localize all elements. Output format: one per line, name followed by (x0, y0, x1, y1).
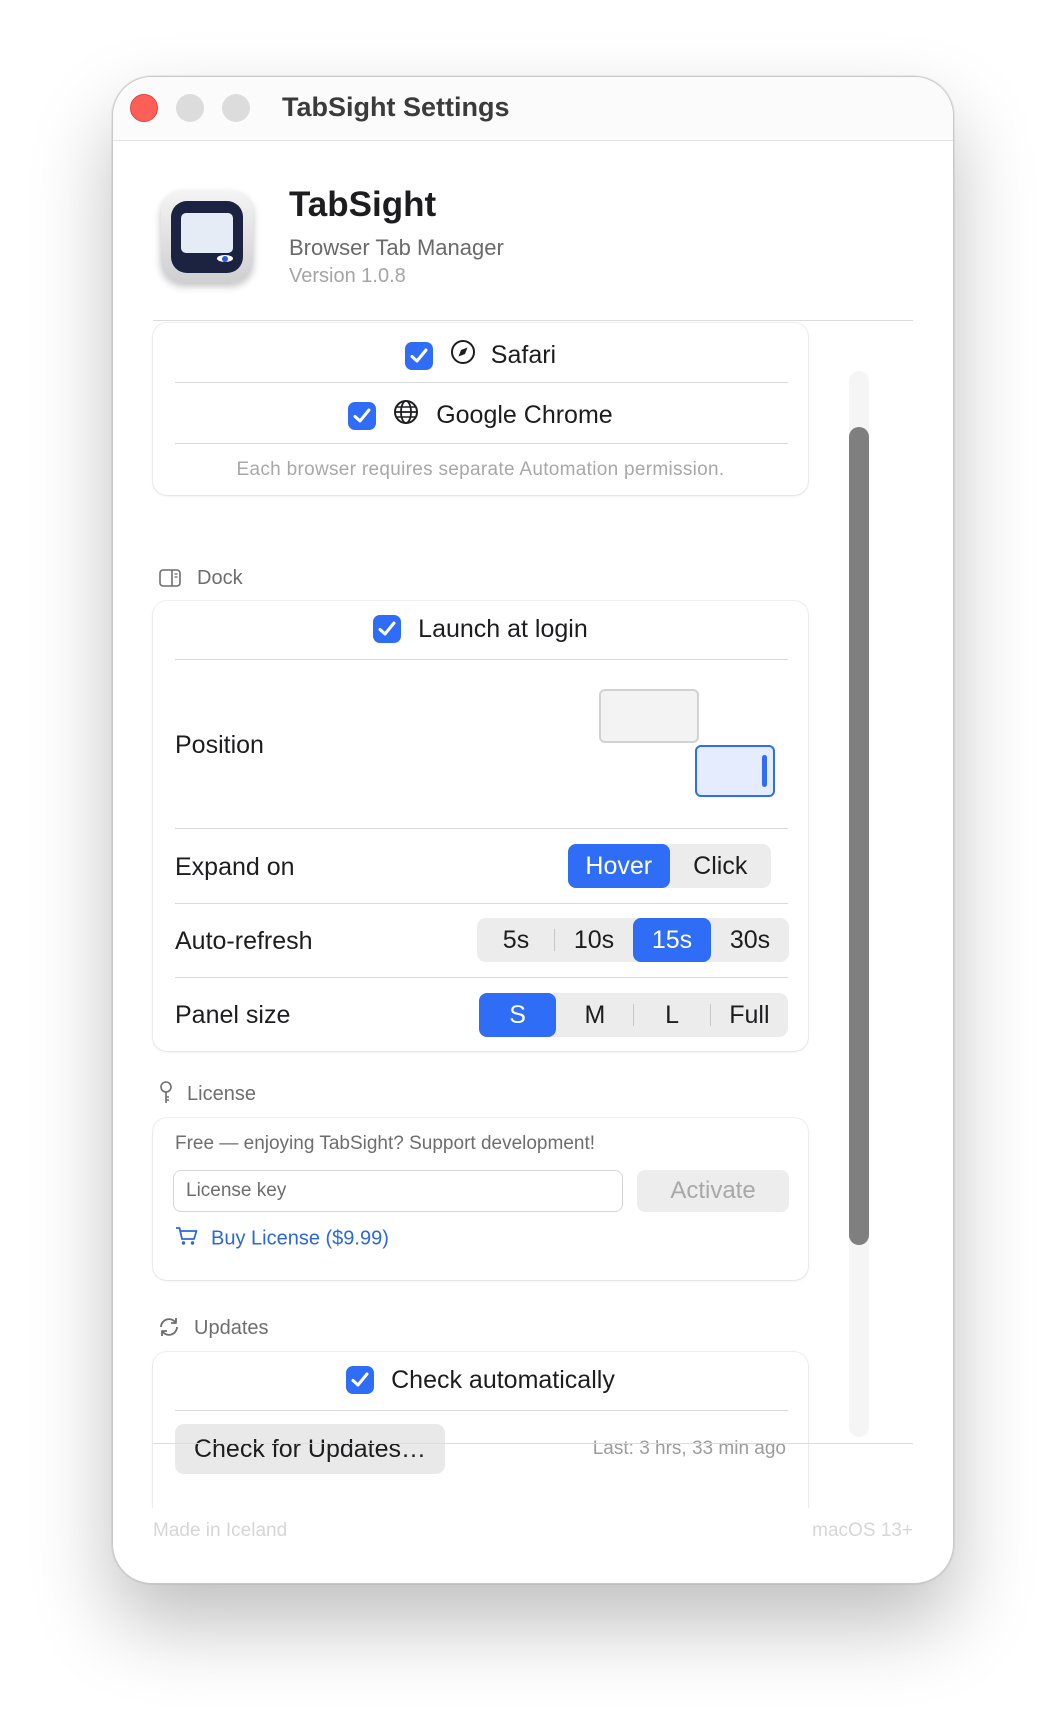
expand-option-hover[interactable]: Hover (568, 844, 670, 888)
dock-card: Launch at login Position Expand on Hover… (153, 601, 808, 1051)
key-icon (159, 1081, 173, 1110)
title-bar: TabSight Settings (113, 77, 953, 141)
panel-size-option-l[interactable]: L (634, 993, 711, 1037)
refresh-option-10s[interactable]: 10s (555, 918, 633, 962)
minimize-button[interactable] (176, 94, 204, 122)
app-name: TabSight (289, 185, 437, 224)
safari-label: Safari (490, 341, 557, 369)
compass-icon (450, 339, 476, 372)
auto-refresh-segmented: 5s 10s 15s 30s (477, 918, 789, 962)
eye-icon (215, 253, 235, 264)
footer-made-in: Made in Iceland (153, 1520, 288, 1541)
app-icon (161, 191, 253, 283)
globe-icon (393, 399, 419, 432)
divider (175, 903, 788, 904)
check-for-updates-button[interactable]: Check for Updates… (175, 1424, 445, 1474)
app-subtitle: Browser Tab Manager (289, 235, 504, 260)
refresh-option-15s[interactable]: 15s (633, 918, 711, 962)
browser-row-chrome[interactable]: Google Chrome (153, 399, 808, 432)
launch-at-login-row[interactable]: Launch at login (153, 614, 808, 644)
footer-divider (153, 1443, 913, 1444)
refresh-option-5s[interactable]: 5s (477, 918, 555, 962)
check-automatically-row[interactable]: Check automatically (153, 1365, 808, 1395)
footer-os-requirement: macOS 13+ (812, 1520, 913, 1541)
panel-size-segmented: S M L Full (479, 993, 788, 1037)
browsers-card: Safari Google Chrome Each browser requir… (153, 323, 808, 495)
expand-on-segmented: Hover Click (568, 844, 771, 888)
dock-edge-indicator (762, 755, 767, 787)
chrome-label: Google Chrome (436, 401, 613, 429)
panel-size-option-s[interactable]: S (479, 993, 557, 1037)
launch-at-login-checkbox[interactable] (373, 615, 402, 644)
chrome-checkbox[interactable] (348, 401, 377, 430)
position-label: Position (175, 731, 264, 759)
auto-refresh-label: Auto-refresh (175, 927, 313, 955)
check-automatically-checkbox[interactable] (346, 1366, 375, 1395)
dock-icon (159, 569, 181, 592)
license-section-label: License (187, 1083, 256, 1105)
automation-hint: Each browser requires separate Automatio… (236, 459, 725, 480)
updates-card: Check automatically Check for Updates… L… (153, 1352, 808, 1508)
buy-license-label: Buy License ($9.99) (211, 1227, 389, 1250)
buy-license-link[interactable]: Buy License ($9.99) (175, 1226, 389, 1252)
settings-content: TabSight Browser Tab Manager Version 1.0… (113, 141, 953, 1508)
dock-section-label: Dock (197, 567, 243, 589)
license-status: Free — enjoying TabSight? Support develo… (175, 1133, 596, 1154)
close-button[interactable] (130, 94, 158, 122)
divider (175, 977, 788, 978)
zoom-button[interactable] (222, 94, 250, 122)
panel-size-option-m[interactable]: M (556, 993, 634, 1037)
panel-size-label: Panel size (175, 1001, 291, 1029)
app-version: Version 1.0.8 (289, 265, 406, 287)
updates-section-label: Updates (194, 1317, 269, 1339)
settings-window: TabSight Settings TabSight Browser Tab M… (112, 76, 954, 1584)
divider (175, 1410, 788, 1411)
divider (175, 828, 788, 829)
check-automatically-label: Check automatically (391, 1365, 615, 1394)
refresh-icon (157, 1315, 181, 1344)
license-key-input[interactable]: License key (173, 1170, 623, 1212)
position-option-right[interactable] (695, 745, 775, 797)
safari-checkbox[interactable] (404, 341, 433, 370)
activate-button[interactable]: Activate (637, 1170, 789, 1212)
cart-icon (175, 1226, 199, 1252)
license-card: Free — enjoying TabSight? Support develo… (153, 1118, 808, 1280)
expand-on-label: Expand on (175, 853, 295, 881)
expand-option-click[interactable]: Click (670, 844, 772, 888)
refresh-option-30s[interactable]: 30s (711, 918, 789, 962)
divider (175, 659, 788, 660)
divider (175, 443, 788, 444)
window-title: TabSight Settings (282, 92, 510, 122)
header-divider (153, 320, 913, 321)
launch-at-login-label: Launch at login (418, 614, 588, 643)
position-option-top[interactable] (599, 689, 699, 743)
last-checked-text: Last: 3 hrs, 33 min ago (592, 1438, 786, 1459)
scrollbar-thumb[interactable] (849, 427, 869, 1245)
browser-row-safari[interactable]: Safari (153, 339, 808, 372)
panel-size-option-full[interactable]: Full (711, 993, 788, 1037)
divider (175, 382, 788, 383)
